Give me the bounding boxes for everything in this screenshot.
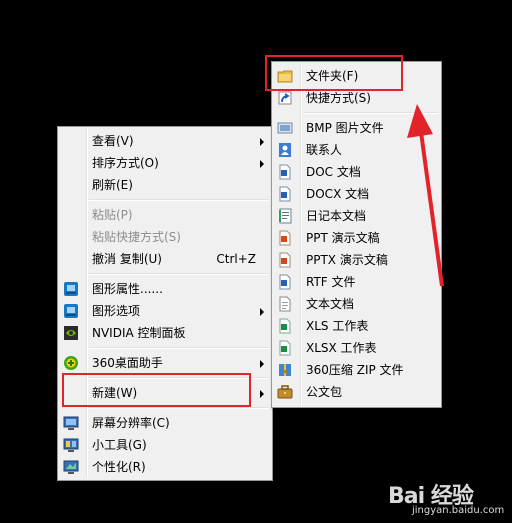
menu-item-label: PPTX 演示文稿 (306, 253, 388, 267)
menu-item-label: XLSX 工作表 (306, 341, 377, 355)
xlsx-file-icon (279, 340, 291, 356)
gadgets-icon (63, 438, 79, 452)
personalize-icon (63, 460, 79, 474)
menu-item-label: 日记本文档 (306, 209, 367, 223)
menu-item-label: RTF 文件 (306, 275, 356, 289)
menu-item-label: 图形属性...... (92, 282, 163, 296)
menu-item-paste[interactable]: 粘贴(P) (60, 204, 270, 226)
menu-item-shortcut: Ctrl+Z (216, 252, 256, 266)
menu-item-label: 粘贴快捷方式(S) (92, 230, 181, 244)
menu-item-view[interactable]: 查看(V) (60, 130, 270, 152)
menu-item-label: 文本文档 (306, 297, 355, 311)
menu-item-graphics-options[interactable]: 图形选项 (60, 300, 270, 322)
highlight-folder-box (265, 55, 403, 91)
menu-item-label: DOCX 文档 (306, 187, 370, 201)
baidu-jingyan-watermark: Bai 经验 jingyan.baidu.com (388, 478, 504, 516)
shortcut-icon (278, 91, 292, 105)
menu-item-sort-by[interactable]: 排序方式(O) (60, 152, 270, 174)
docx-file-icon (279, 186, 291, 202)
menu-item-label: 查看(V) (92, 134, 134, 148)
menu-item-paste-shortcut[interactable]: 粘贴快捷方式(S) (60, 226, 270, 248)
contact-icon (279, 143, 291, 157)
menu-item-label: 公文包 (306, 385, 343, 399)
menu-item-label: 粘贴(P) (92, 208, 133, 222)
annotation-arrow-icon (407, 104, 444, 287)
ppt-file-icon (279, 230, 291, 246)
menu-item-graphics-properties[interactable]: 图形属性...... (60, 278, 270, 300)
menu-item-label: XLS 工作表 (306, 319, 369, 333)
menu-item-personalize[interactable]: 个性化(R) (60, 456, 270, 478)
menu-item-label: BMP 图片文件 (306, 121, 384, 135)
txt-file-icon (279, 296, 291, 312)
submenu-arrow-icon (260, 138, 264, 146)
menu-item-label: 个性化(R) (92, 460, 146, 474)
highlight-new-box (62, 373, 251, 407)
menu-separator (89, 347, 269, 349)
doc-file-icon (279, 164, 291, 180)
new-item-zip[interactable]: 360压缩 ZIP 文件 (274, 359, 439, 381)
menu-separator (89, 199, 269, 201)
pptx-file-icon (279, 252, 291, 268)
menu-item-label: 小工具(G) (92, 438, 147, 452)
desktop-context-menu: 查看(V) 排序方式(O) 刷新(E) 粘贴(P) 粘贴快捷方式(S) 撤消 复… (57, 126, 273, 481)
zip-file-icon (279, 364, 291, 376)
submenu-arrow-icon (260, 360, 264, 368)
360-icon (64, 356, 78, 370)
menu-item-label: 联系人 (306, 143, 343, 157)
bmp-file-icon (277, 122, 293, 134)
menu-item-undo-copy[interactable]: 撤消 复制(U) Ctrl+Z (60, 248, 270, 270)
menu-item-label: 屏幕分辨率(C) (92, 416, 170, 430)
submenu-arrow-icon (260, 308, 264, 316)
intel-graphics-icon (64, 282, 78, 296)
menu-item-label: DOC 文档 (306, 165, 361, 179)
menu-item-label: 排序方式(O) (92, 156, 159, 170)
rtf-file-icon (279, 274, 291, 290)
nvidia-icon (64, 326, 78, 340)
menu-item-label: 图形选项 (92, 304, 141, 318)
menu-item-label: 360桌面助手 (92, 356, 163, 370)
briefcase-icon (277, 385, 293, 399)
menu-separator (89, 273, 269, 275)
intel-graphics-icon (64, 304, 78, 318)
new-item-xlsx[interactable]: XLSX 工作表 (274, 337, 439, 359)
menu-item-gadgets[interactable]: 小工具(G) (60, 434, 270, 456)
new-item-text-document[interactable]: 文本文档 (274, 293, 439, 315)
journal-file-icon (279, 208, 292, 224)
submenu-arrow-icon (260, 390, 264, 398)
menu-item-label: 360压缩 ZIP 文件 (306, 363, 404, 377)
menu-separator (89, 407, 269, 409)
new-item-xls[interactable]: XLS 工作表 (274, 315, 439, 337)
screen-resolution-icon (63, 416, 79, 430)
menu-item-360-desktop-assistant[interactable]: 360桌面助手 (60, 352, 270, 374)
watermark-url: jingyan.baidu.com (412, 505, 505, 516)
menu-item-label: 刷新(E) (92, 178, 133, 192)
menu-item-refresh[interactable]: 刷新(E) (60, 174, 270, 196)
xls-file-icon (279, 318, 291, 334)
menu-item-label: 撤消 复制(U) (92, 252, 162, 266)
menu-item-screen-resolution[interactable]: 屏幕分辨率(C) (60, 412, 270, 434)
menu-item-label: PPT 演示文稿 (306, 231, 380, 245)
menu-item-nvidia-control-panel[interactable]: NVIDIA 控制面板 (60, 322, 270, 344)
menu-item-label: NVIDIA 控制面板 (92, 326, 186, 340)
submenu-arrow-icon (260, 160, 264, 168)
new-item-briefcase[interactable]: 公文包 (274, 381, 439, 403)
